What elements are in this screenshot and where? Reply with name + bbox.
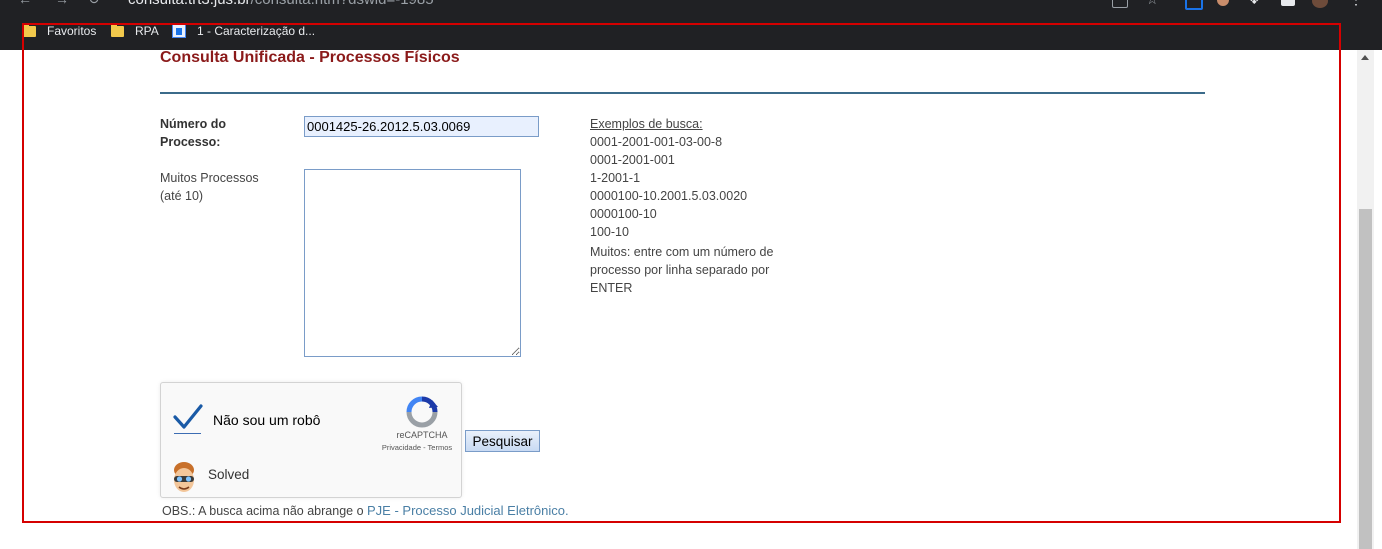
browser-toolbar: ← → ↻ consulta.trt3.jus.br/consulta.htm?… [0, 0, 1382, 50]
muitos-label-line2: (até 10) [160, 189, 204, 203]
extension-icon[interactable] [1185, 0, 1203, 10]
checkbox-underline [174, 433, 201, 434]
muitos-processos-textarea[interactable] [304, 169, 521, 357]
numero-processo-label: Número do Processo: [160, 115, 226, 151]
bookmark-caracterizacao[interactable]: 1 - Caracterização d... [172, 22, 315, 40]
examples-panel: Exemplos de busca: 0001-2001-001-03-00-8… [590, 115, 780, 297]
checkmark-icon[interactable] [173, 401, 203, 433]
profile-avatar[interactable] [1312, 0, 1328, 8]
bookmark-label: RPA [135, 24, 159, 38]
bookmark-label: 1 - Caracterização d... [197, 24, 316, 38]
recaptcha-privacy-terms-link[interactable]: Privacidade - Termos [367, 443, 467, 452]
pje-link[interactable]: PJE - Processo Judicial Eletrônico. [367, 503, 569, 518]
recaptcha-logo-icon [406, 396, 438, 428]
recaptcha-brand: reCAPTCHA [396, 430, 448, 440]
back-icon[interactable]: ← [18, 0, 32, 6]
obs-text: OBS.: A busca acima não abrange o [162, 504, 367, 518]
example-item: 100-10 [590, 225, 629, 239]
puzzle-icon[interactable]: ❖ [1248, 0, 1262, 6]
scroll-up-arrow-icon[interactable] [1361, 55, 1369, 60]
reload-icon[interactable]: ↻ [88, 0, 102, 6]
sidepanel-icon[interactable] [1281, 0, 1295, 6]
numero-processo-input[interactable] [304, 116, 539, 137]
bookmark-favoritos[interactable]: Favoritos [23, 22, 96, 40]
document-icon [172, 24, 186, 38]
star-icon[interactable]: ☆ [1146, 0, 1160, 6]
share-icon[interactable] [1112, 0, 1128, 8]
recaptcha-widget: Não sou um robô reCAPTCHA Privacidade - … [160, 382, 462, 498]
captcha-solver-avatar-icon [174, 462, 194, 492]
address-bar[interactable]: consulta.trt3.jus.br/consulta.htm?dswid=… [128, 0, 434, 8]
bookmark-rpa[interactable]: RPA [111, 22, 159, 40]
example-item: 1-2001-1 [590, 171, 641, 185]
scrollbar-thumb[interactable] [1359, 209, 1372, 549]
examples-heading: Exemplos de busca: [590, 117, 703, 131]
examples-note: Muitos: entre com um número de processo … [590, 245, 774, 295]
avatar-extension-icon[interactable] [1217, 0, 1229, 6]
folder-icon [111, 23, 124, 37]
url-host: consulta.trt3.jus.br [128, 0, 251, 8]
obs-note: OBS.: A busca acima não abrange o PJE - … [162, 503, 569, 518]
pesquisar-button[interactable]: Pesquisar [465, 430, 540, 452]
forward-icon[interactable]: → [55, 0, 69, 6]
captcha-solved-status: Solved [208, 467, 250, 482]
menu-icon[interactable]: ⋮ [1349, 0, 1363, 6]
numero-label-line2: Processo: [160, 135, 221, 149]
folder-icon [23, 23, 36, 37]
example-item: 0001-2001-001 [590, 153, 675, 167]
url-path: /consulta.htm?dswid=-1985 [251, 0, 434, 8]
bookmark-label: Favoritos [47, 24, 97, 38]
example-item: 0000100-10 [590, 207, 657, 221]
title-divider [160, 92, 1205, 94]
muitos-processos-label: Muitos Processos (até 10) [160, 169, 259, 205]
captcha-label: Não sou um robô [213, 412, 321, 428]
numero-label-line1: Número do [160, 117, 226, 131]
example-item: 0000100-10.2001.5.03.0020 [590, 189, 748, 203]
page-title: Consulta Unificada - Processos Físicos [160, 49, 460, 66]
muitos-label-line1: Muitos Processos [160, 171, 259, 185]
example-item: 0001-2001-001-03-00-8 [590, 135, 723, 149]
